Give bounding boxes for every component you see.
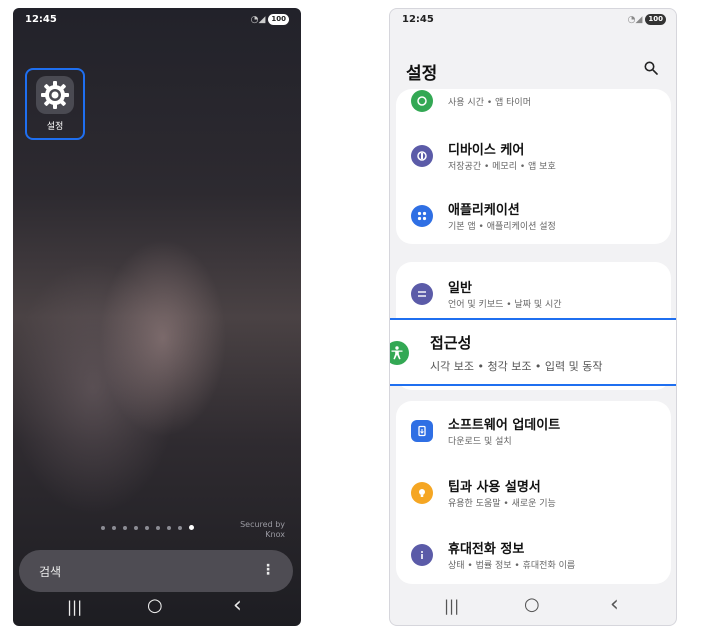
- settings-item-subtitle: 시각 보조 • 청각 보조 • 입력 및 동작: [430, 360, 603, 373]
- settings-item-subtitle: 사용 시간 • 앱 타이머: [448, 98, 531, 108]
- more-options-icon[interactable]: ⋮: [261, 562, 275, 578]
- status-bar: 12:45 ◔◢ 100: [402, 14, 666, 28]
- page-dot: [101, 525, 105, 530]
- settings-item-subtitle: 유용한 도움말 • 새로운 기능: [448, 499, 556, 509]
- page-dot-active: [189, 525, 194, 530]
- home-search-bar[interactable]: 검색 ⋮: [19, 550, 293, 592]
- status-time: 12:45: [402, 14, 434, 25]
- wifi-signal-icon: ◔◢: [627, 14, 643, 25]
- settings-item-apps[interactable]: 애플리케이션 기본 앱 • 애플리케이션 설정: [396, 186, 671, 246]
- home-screen: 12:45 ◔◢ 100 설정 Secured by Knox 검색 ⋮ |||…: [13, 8, 301, 626]
- home-button[interactable]: ○: [524, 594, 540, 615]
- settings-item-subtitle: 언어 및 키보드 • 날짜 및 시간: [448, 300, 562, 310]
- settings-app-label: 설정: [46, 122, 64, 132]
- back-button[interactable]: ‹: [233, 593, 242, 618]
- recent-apps-button[interactable]: |||: [444, 597, 459, 615]
- settings-item-device-care[interactable]: 디바이스 케어 저장공간 • 메모리 • 앱 보호: [396, 126, 671, 186]
- settings-item-subtitle: 기본 앱 • 애플리케이션 설정: [448, 222, 556, 232]
- status-bar: 12:45 ◔◢ 100: [25, 14, 289, 28]
- settings-group: 소프트웨어 업데이트 다운로드 및 설치 팁과 사용 설명서 유용한 도움말 •…: [396, 401, 671, 584]
- navigation-bar: ||| ○ ‹: [390, 591, 676, 625]
- knox-label: Secured by Knox: [240, 520, 285, 539]
- settings-item-subtitle: 저장공간 • 메모리 • 앱 보호: [448, 162, 556, 172]
- page-indicator[interactable]: [101, 525, 194, 530]
- settings-item-subtitle: 다운로드 및 설치: [448, 437, 512, 447]
- wifi-signal-icon: ◔◢: [250, 14, 266, 25]
- settings-item-title: 일반: [448, 281, 472, 296]
- settings-item-title: 팁과 사용 설명서: [448, 480, 541, 495]
- settings-item-title: 접근성: [430, 334, 472, 352]
- status-time: 12:45: [25, 14, 57, 25]
- apps-icon: [411, 205, 433, 227]
- settings-item-accessibility[interactable]: 접근성 시각 보조 • 청각 보조 • 입력 및 동작: [390, 318, 676, 386]
- page-dot: [145, 525, 149, 530]
- device-care-icon: [411, 145, 433, 167]
- settings-item-general[interactable]: 일반 언어 및 키보드 • 날짜 및 시간: [396, 264, 671, 324]
- phone-info-icon: [411, 544, 433, 566]
- general-icon: [411, 283, 433, 305]
- search-label: 검색: [39, 565, 62, 579]
- settings-app-icon[interactable]: 설정: [25, 68, 85, 140]
- page-dot: [178, 525, 182, 530]
- settings-item-title: 디바이스 케어: [448, 143, 525, 158]
- settings-item-phone-info[interactable]: 휴대전화 정보 상태 • 법률 정보 • 휴대전화 이름: [396, 525, 671, 585]
- page-dot: [123, 525, 127, 530]
- recent-apps-button[interactable]: |||: [67, 598, 82, 616]
- settings-item-subtitle: 상태 • 법률 정보 • 휴대전화 이름: [448, 561, 576, 571]
- navigation-bar: ||| ○ ‹: [13, 592, 301, 626]
- battery-icon: 100: [645, 14, 666, 25]
- digital-wellbeing-icon: [411, 89, 433, 112]
- settings-item-title: 휴대전화 정보: [448, 542, 525, 557]
- tips-icon: [411, 482, 433, 504]
- accessibility-icon: [390, 341, 409, 365]
- battery-icon: 100: [268, 14, 289, 25]
- page-dot: [134, 525, 138, 530]
- back-button[interactable]: ‹: [610, 592, 619, 617]
- settings-screen: 12:45 ◔◢ 100 설정 사용 시간 • 앱 타이머 디바이스 케어 저장…: [389, 8, 677, 626]
- settings-item-software-update[interactable]: 소프트웨어 업데이트 다운로드 및 설치: [396, 401, 671, 461]
- home-button[interactable]: ○: [147, 595, 163, 616]
- software-update-icon: [411, 420, 433, 442]
- settings-item-tips[interactable]: 팁과 사용 설명서 유용한 도움말 • 새로운 기능: [396, 463, 671, 523]
- settings-group: 사용 시간 • 앱 타이머 디바이스 케어 저장공간 • 메모리 • 앱 보호 …: [396, 89, 671, 244]
- gear-icon: [36, 76, 74, 114]
- settings-item-title: 소프트웨어 업데이트: [448, 418, 561, 433]
- page-dot: [156, 525, 160, 530]
- page-dot: [167, 525, 171, 530]
- settings-item-digital-wellbeing[interactable]: 사용 시간 • 앱 타이머: [396, 69, 671, 114]
- settings-item-title: 애플리케이션: [448, 203, 520, 218]
- page-dot: [112, 525, 116, 530]
